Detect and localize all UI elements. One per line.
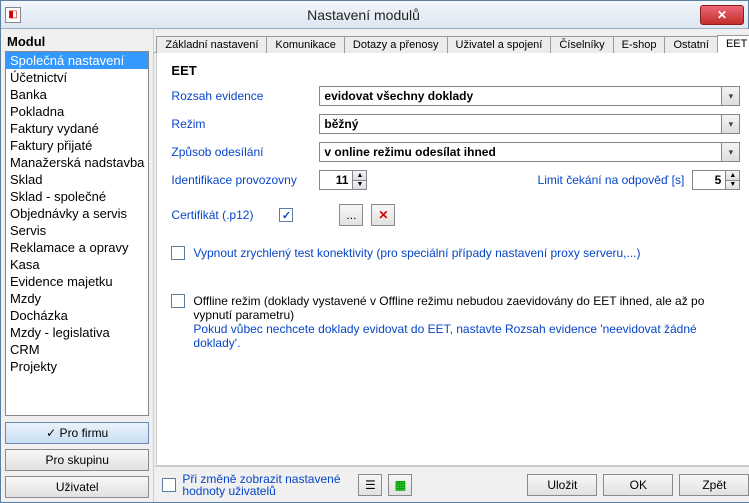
module-item[interactable]: Manažerská nadstavba (6, 154, 148, 171)
tab-u-ivatel-a-spojen-[interactable]: Uživatel a spojení (447, 36, 552, 53)
rezim-value: běžný (320, 117, 721, 131)
module-item[interactable]: Pokladna (6, 103, 148, 120)
spin-down-icon[interactable]: ▼ (726, 181, 739, 190)
tab-komunikace[interactable]: Komunikace (266, 36, 345, 53)
rezim-label[interactable]: Režim (171, 117, 311, 131)
window-title: Nastavení modulů (27, 7, 700, 23)
tab-ostatn-[interactable]: Ostatní (664, 36, 717, 53)
cert-label[interactable]: Certifikát (.p12) (171, 208, 271, 222)
tab-dotazy-a-p-enosy[interactable]: Dotazy a přenosy (344, 36, 448, 53)
limit-value: 5 (693, 171, 725, 189)
spin-up-icon[interactable]: ▲ (726, 171, 739, 181)
ident-spin[interactable]: 11 ▲▼ (319, 170, 367, 190)
for-firm-button[interactable]: ✓ Pro firmu (5, 422, 149, 444)
module-item[interactable]: Sklad - společné (6, 188, 148, 205)
module-item[interactable]: Faktury přijaté (6, 137, 148, 154)
titlebar: ◧ Nastavení modulů ✕ (1, 1, 748, 29)
cert-checkbox[interactable]: ✓ (279, 208, 293, 222)
rozsah-value: evidovat všechny doklady (320, 89, 721, 103)
cert-browse-button[interactable]: ... (339, 204, 363, 226)
bottom-bar: Při změně zobrazit nastavené hodnoty uži… (154, 466, 749, 502)
module-list[interactable]: Společná nastaveníÚčetnictvíBankaPokladn… (5, 51, 149, 416)
limit-label[interactable]: Limit čekání na odpověď [s] (538, 173, 685, 187)
test-connectivity-label: Vypnout zrychlený test konektivity (pro … (193, 246, 640, 260)
save-button[interactable]: Uložit (527, 474, 597, 496)
offline-hint: Pokud vůbec nechcete doklady evidovat do… (193, 322, 740, 350)
spin-up-icon[interactable]: ▲ (353, 171, 366, 181)
zpusob-label[interactable]: Způsob odesílání (171, 145, 311, 159)
eet-panel: EET Rozsah evidence evidovat všechny dok… (156, 53, 749, 466)
spin-down-icon[interactable]: ▼ (353, 181, 366, 190)
module-item[interactable]: Mzdy - legislativa (6, 324, 148, 341)
chevron-down-icon[interactable]: ▾ (721, 87, 739, 105)
module-item[interactable]: Banka (6, 86, 148, 103)
app-icon: ◧ (5, 7, 21, 23)
offline-label: Offline režim (doklady vystavené v Offli… (193, 294, 740, 322)
zpusob-combo[interactable]: v online režimu odesílat ihned ▾ (319, 142, 740, 162)
module-item[interactable]: Kasa (6, 256, 148, 273)
module-item[interactable]: CRM (6, 341, 148, 358)
eet-title: EET (171, 63, 740, 78)
module-item[interactable]: Evidence majetku (6, 273, 148, 290)
tab-z-kladn-nastaven-[interactable]: Základní nastavení (156, 36, 267, 53)
tab-eet[interactable]: EET (717, 35, 749, 53)
rozsah-combo[interactable]: evidovat všechny doklady ▾ (319, 86, 740, 106)
module-item[interactable]: Servis (6, 222, 148, 239)
show-changed-label: Při změně zobrazit nastavené hodnoty uži… (182, 473, 352, 497)
rozsah-label[interactable]: Rozsah evidence (171, 89, 311, 103)
tab--seln-ky[interactable]: Číselníky (550, 36, 613, 53)
module-item[interactable]: Reklamace a opravy (6, 239, 148, 256)
tab-bar: Základní nastaveníKomunikaceDotazy a pře… (154, 29, 749, 53)
module-item[interactable]: Účetnictví (6, 69, 148, 86)
chevron-down-icon[interactable]: ▾ (721, 143, 739, 161)
offline-checkbox[interactable] (171, 294, 185, 308)
chevron-down-icon[interactable]: ▾ (721, 115, 739, 133)
tab-e-shop[interactable]: E-shop (613, 36, 666, 53)
module-item[interactable]: Mzdy (6, 290, 148, 307)
sidebar-heading: Modul (5, 31, 149, 51)
module-item[interactable]: Společná nastavení (6, 52, 148, 69)
ident-value: 11 (320, 171, 352, 189)
module-item[interactable]: Projekty (6, 358, 148, 375)
list-icon-button[interactable]: ☰ (358, 474, 382, 496)
back-button[interactable]: Zpět (679, 474, 749, 496)
ok-button[interactable]: OK (603, 474, 673, 496)
close-button[interactable]: ✕ (700, 5, 744, 25)
user-button[interactable]: Uživatel (5, 476, 149, 498)
show-changed-checkbox[interactable] (162, 478, 176, 492)
rezim-combo[interactable]: běžný ▾ (319, 114, 740, 134)
module-item[interactable]: Docházka (6, 307, 148, 324)
cert-delete-button[interactable]: ✕ (371, 204, 395, 226)
ident-label[interactable]: Identifikace provozovny (171, 173, 311, 187)
for-group-button[interactable]: Pro skupinu (5, 449, 149, 471)
excel-icon-button[interactable]: ▦ (388, 474, 412, 496)
module-item[interactable]: Objednávky a servis (6, 205, 148, 222)
zpusob-value: v online režimu odesílat ihned (320, 145, 721, 159)
test-connectivity-checkbox[interactable] (171, 246, 185, 260)
module-item[interactable]: Faktury vydané (6, 120, 148, 137)
limit-spin[interactable]: 5 ▲▼ (692, 170, 740, 190)
module-item[interactable]: Sklad (6, 171, 148, 188)
